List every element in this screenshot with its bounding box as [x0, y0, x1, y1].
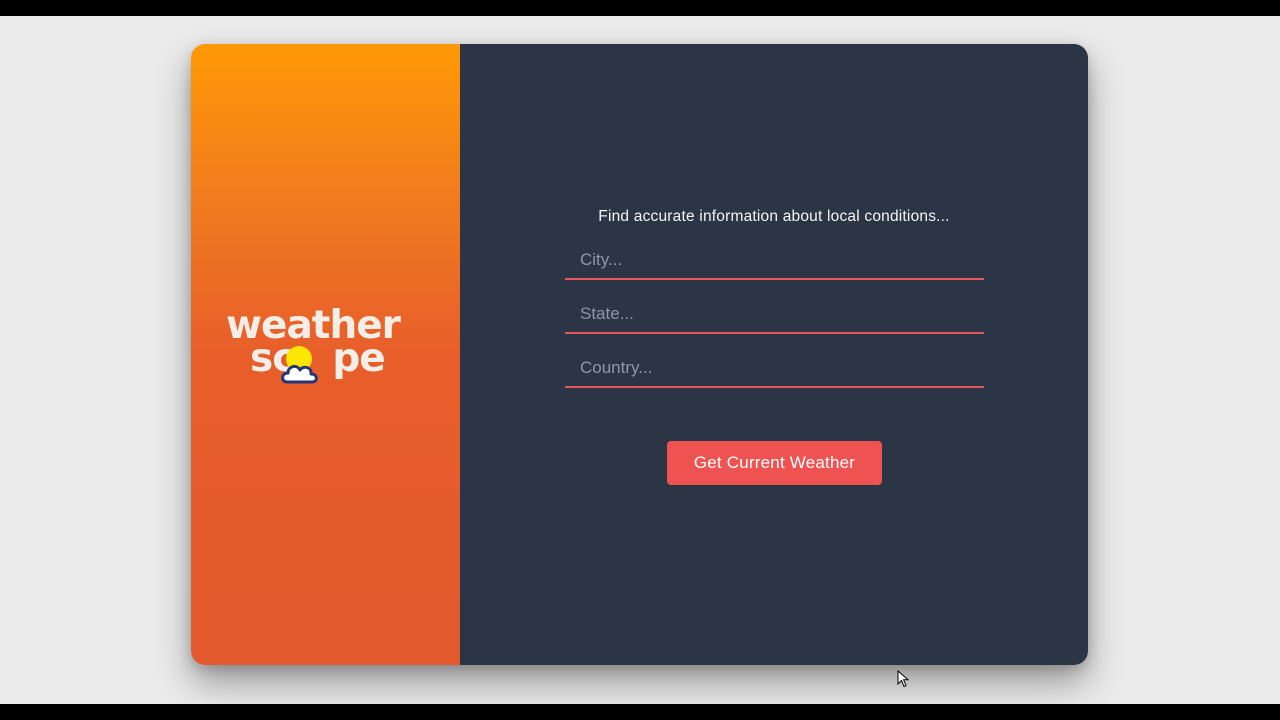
- logo-word-scope-right: pe: [332, 336, 385, 381]
- state-input[interactable]: [565, 296, 984, 334]
- city-input[interactable]: [565, 242, 984, 280]
- page-background: weather sc pe Find accurate information a…: [0, 16, 1280, 704]
- sun-cloud-icon: [281, 346, 318, 384]
- tagline: Find accurate information about local co…: [598, 208, 950, 225]
- weatherscope-logo: weather sc pe: [226, 304, 408, 386]
- search-panel: Find accurate information about local co…: [460, 44, 1088, 665]
- weather-card: weather sc pe Find accurate information a…: [191, 44, 1088, 665]
- country-input[interactable]: [565, 350, 984, 388]
- mouse-pointer-icon: [897, 670, 909, 688]
- brand-panel: weather sc pe: [191, 44, 460, 665]
- get-weather-button[interactable]: Get Current Weather: [667, 441, 882, 485]
